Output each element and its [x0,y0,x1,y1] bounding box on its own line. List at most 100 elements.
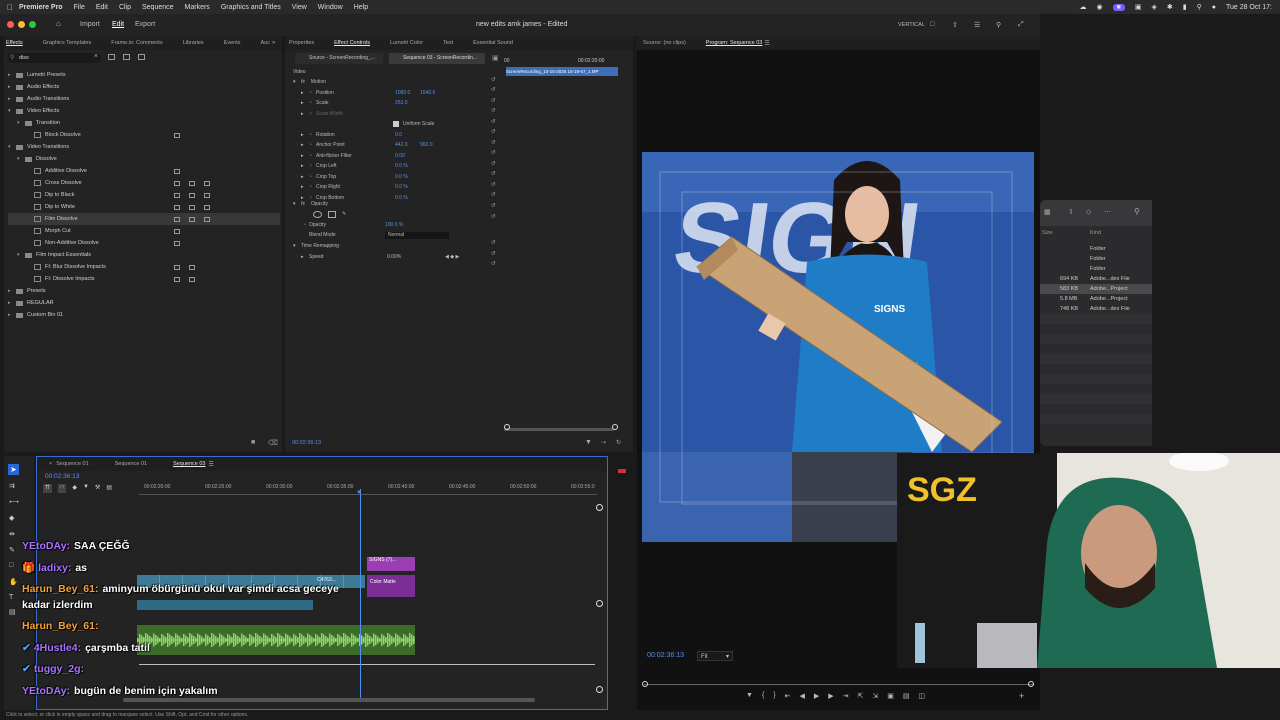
playhead-handle[interactable]: ▼ [356,490,362,496]
wifi-icon[interactable]: ◈ [1151,3,1156,11]
property-value[interactable]: 442.0 [395,142,420,148]
finder-row[interactable]: Folder [1040,264,1152,274]
ellipse-mask-icon[interactable] [313,210,322,218]
finder-row[interactable]: 748 KB Adobe...dex File [1040,304,1152,314]
tab-source[interactable]: Source: (no clips) [643,40,686,46]
chevron-down-icon[interactable]: ▾ [8,144,16,150]
program-scrub-bar[interactable] [644,684,1034,685]
mark-in-icon[interactable]: { [762,692,764,702]
toggle-timeline-icon[interactable]: ▣ [492,54,499,62]
property-value[interactable]: 253.0 [395,100,420,106]
reset-icon[interactable]: ↺ [491,108,496,114]
accelerated-filter-icon[interactable] [108,54,115,60]
user-icon[interactable]: ◉ [1096,3,1102,11]
reset-icon[interactable]: ↺ [491,182,496,188]
fx-icon[interactable]: fx [301,79,305,85]
scrub-handle-right[interactable] [1028,681,1034,687]
bluetooth-icon[interactable]: ✱ [1167,3,1173,11]
more-tabs-icon[interactable]: » [272,40,275,46]
effect-property-row[interactable]: ▸ ◔ Crop Top 0.0 % [301,172,420,182]
linked-selection-icon[interactable]: ◆ [72,484,77,493]
chevron-down-icon[interactable]: ▾ [8,108,16,114]
step-back-icon[interactable]: ◀ [800,692,805,702]
tab-frameio[interactable]: Frame.io: Comments [111,40,162,46]
snap-icon[interactable]: ∩ [58,484,67,493]
workspace-import[interactable]: Import [80,21,100,28]
opacity-section-row[interactable]: ▾ fx Opacity [293,199,328,209]
effects-tree-item[interactable]: ▸ Presets [8,285,280,297]
chevron-down-icon[interactable]: ▾ [293,79,301,85]
vr-icon[interactable]: ▤ [903,692,910,702]
menu-edit[interactable]: Edit [96,4,108,11]
menu-markers[interactable]: Markers [185,4,210,11]
time-remap-row[interactable]: ▾ Time Remapping [293,241,339,251]
effects-tree-item[interactable]: Dip to White [8,201,280,213]
reset-icon[interactable]: ↺ [491,214,496,220]
finder-row[interactable]: 694 KB Adobe...dex File [1040,274,1152,284]
property-value[interactable]: 0.00 [395,153,420,159]
effects-tree-item[interactable]: FI: Dissolve Impacts [8,273,280,285]
ec-zoom-handle-right[interactable] [612,424,618,430]
reset-icon[interactable]: ↺ [491,203,496,209]
chevron-right-icon[interactable]: ▸ [301,100,309,106]
filter-icon[interactable]: ▼ [585,439,592,446]
zoom-window-button[interactable] [29,21,36,28]
finder-search-icon[interactable]: ⚲ [1134,207,1140,216]
effects-tree-item[interactable]: Block Dissolve [8,129,280,141]
fx-icon[interactable]: fx [301,201,305,207]
delete-icon[interactable]: ⌫ [268,439,278,447]
tab-lumetri-color[interactable]: Lumetri Color [390,40,423,46]
tab-effect-controls[interactable]: Effect Controls [334,40,370,46]
reset-icon[interactable]: ↺ [491,150,496,156]
clear-search-icon[interactable]: × [94,53,98,60]
reset-icon[interactable]: ↺ [491,251,496,257]
effects-tree-item[interactable]: Additive Dissolve [8,165,280,177]
reset-icon[interactable]: ↺ [491,192,496,198]
chevron-right-icon[interactable]: ▸ [301,174,309,180]
cloud-icon[interactable]: ☁ [1079,3,1086,11]
effects-tree-item[interactable]: ▾ Video Transitions [8,141,280,153]
stopwatch-icon[interactable]: ◔ [309,111,316,117]
go-to-out-icon[interactable]: ⇥ [843,692,849,702]
chevron-right-icon[interactable]: ▸ [301,142,309,148]
reset-icon[interactable]: ↺ [491,140,496,146]
tag-icon[interactable]: ◇ [1086,208,1091,216]
timeline-menu-icon[interactable]: ☰ [208,461,213,468]
search-icon[interactable]: ⚲ [1197,3,1202,11]
menu-graphics[interactable]: Graphics and Titles [221,4,281,11]
property-value-2[interactable]: 960.0 [420,142,433,148]
workspace-export[interactable]: Export [135,21,155,28]
stopwatch-icon[interactable]: ◔ [309,174,316,180]
property-value[interactable]: 0.0 % [395,174,420,180]
apple-icon[interactable]:  [7,3,13,12]
hand-tool-icon[interactable]: ✋ [9,578,18,586]
opacity-value[interactable]: 100.0 % [385,222,403,228]
stopwatch-icon[interactable]: ◔ [309,132,316,138]
reset-icon[interactable]: ↺ [491,240,496,246]
vscroll-mid-handle[interactable] [596,600,603,607]
yuv-filter-icon[interactable] [138,54,145,60]
close-window-button[interactable] [7,21,14,28]
effects-tree-item[interactable]: ▸ Audio Effects [8,81,280,93]
share-icon[interactable]: ⇧ [952,21,958,29]
workspace-edit[interactable]: Edit [112,21,124,28]
col-kind[interactable]: Kind [1090,230,1101,236]
chevron-right-icon[interactable]: ▸ [301,153,309,159]
chevron-down-icon[interactable]: ▾ [17,252,25,258]
blend-mode-select[interactable]: Normal [385,231,449,239]
chevron-right-icon[interactable]: ▸ [301,184,309,190]
chevron-right-icon[interactable]: ▸ [301,111,309,117]
menu-clip[interactable]: Clip [119,4,131,11]
effect-property-row[interactable]: ▸ ◔ Scale Width [301,109,420,119]
reset-icon[interactable]: ↺ [491,161,496,167]
clip-signs[interactable]: SIGNS (7)... [367,557,415,571]
pen-tool-icon[interactable]: ✎ [9,546,15,554]
property-value[interactable]: 0.0 [395,132,420,138]
menu-window[interactable]: Window [318,4,343,11]
effect-property-row[interactable]: ▸ ◔ Position 1080.0 1040.6 [301,88,435,98]
reset-icon[interactable]: ↺ [491,98,496,104]
effects-tree-item[interactable]: ▸ Custom Bin 01 [8,309,280,321]
razor-tool-icon[interactable]: ◆ [9,514,14,522]
tab-events[interactable]: Events [224,40,241,46]
lift-icon[interactable]: ⇱ [858,692,864,702]
